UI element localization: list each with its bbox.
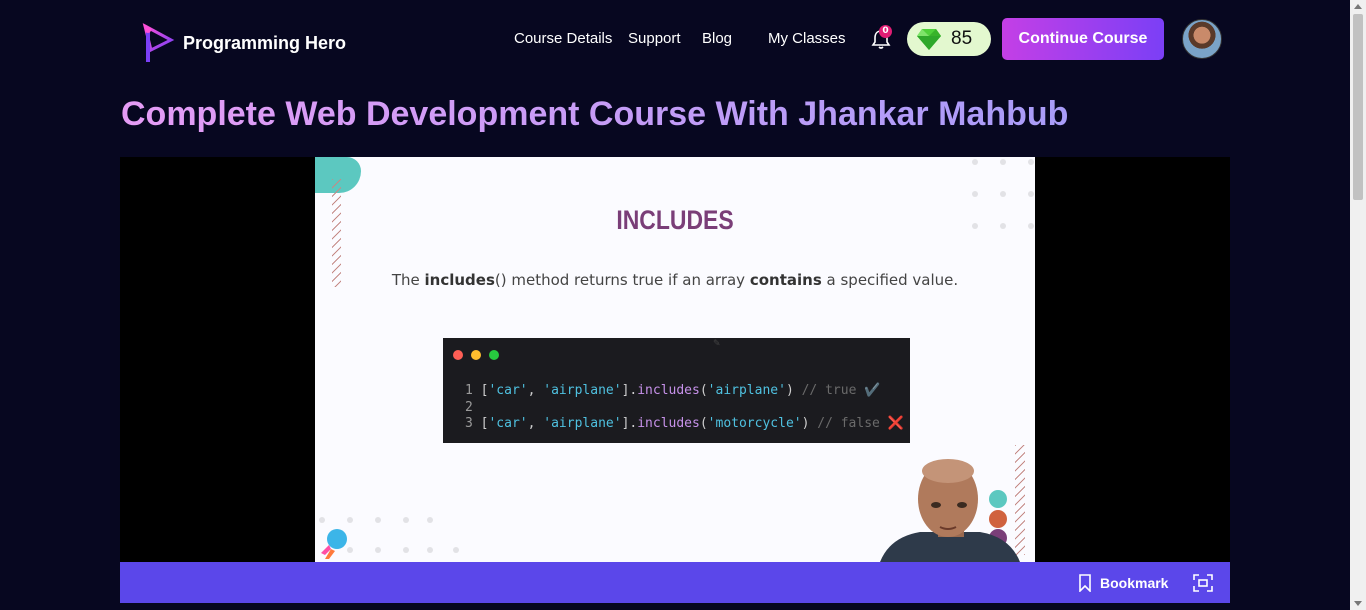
page-scrollbar[interactable] xyxy=(1350,0,1366,610)
maximize-dot xyxy=(489,350,499,360)
slide-description: The includes() method returns true if an… xyxy=(391,271,959,289)
cursor-icon: ✎ xyxy=(713,339,721,349)
gems-count: 85 xyxy=(951,28,973,49)
fullscreen-icon[interactable] xyxy=(1193,574,1213,592)
video-slide: INCLUDES The includes() method returns t… xyxy=(315,157,1035,562)
nav-blog[interactable]: Blog xyxy=(702,30,732,47)
code-line-2: 2 xyxy=(465,400,473,415)
notification-badge: 0 xyxy=(879,25,892,38)
code-window: 1 ['car', 'airplane'].includes('airplane… xyxy=(443,338,910,443)
scroll-up-icon[interactable] xyxy=(1354,4,1362,9)
page-title: Complete Web Development Course With Jha… xyxy=(121,95,1069,133)
bookmark-label: Bookmark xyxy=(1100,575,1169,591)
logo[interactable]: Programming Hero xyxy=(137,20,346,66)
scroll-thumb[interactable] xyxy=(1353,14,1363,200)
window-controls xyxy=(453,350,499,360)
nav-support[interactable]: Support xyxy=(628,30,681,47)
top-navbar: Programming Hero Course Details Support … xyxy=(0,0,1350,80)
rocket-icon xyxy=(321,529,347,559)
avatar[interactable] xyxy=(1182,19,1222,59)
minimize-dot xyxy=(471,350,481,360)
bookmark-icon xyxy=(1079,574,1091,592)
bookmark-button[interactable]: Bookmark xyxy=(1078,574,1168,592)
nav-course-details[interactable]: Course Details xyxy=(514,30,612,47)
close-dot xyxy=(453,350,463,360)
slide-title: INCLUDES xyxy=(616,205,734,235)
nav-my-classes[interactable]: My Classes xyxy=(768,30,846,47)
code-line-1: 1 ['car', 'airplane'].includes('airplane… xyxy=(465,383,881,398)
logo-text: Programming Hero xyxy=(183,32,347,53)
player-control-bar: Bookmark xyxy=(120,562,1230,603)
presenter-webcam xyxy=(880,459,1020,562)
video-player[interactable]: INCLUDES The includes() method returns t… xyxy=(120,157,1230,562)
continue-course-button[interactable]: Continue Course xyxy=(1002,18,1164,60)
logo-icon xyxy=(142,23,175,62)
code-line-3: 3 ['car', 'airplane'].includes('motorcyc… xyxy=(465,416,904,431)
gem-icon xyxy=(917,29,941,50)
gems-counter[interactable]: 85 xyxy=(907,22,991,56)
scroll-down-icon[interactable] xyxy=(1354,601,1362,606)
